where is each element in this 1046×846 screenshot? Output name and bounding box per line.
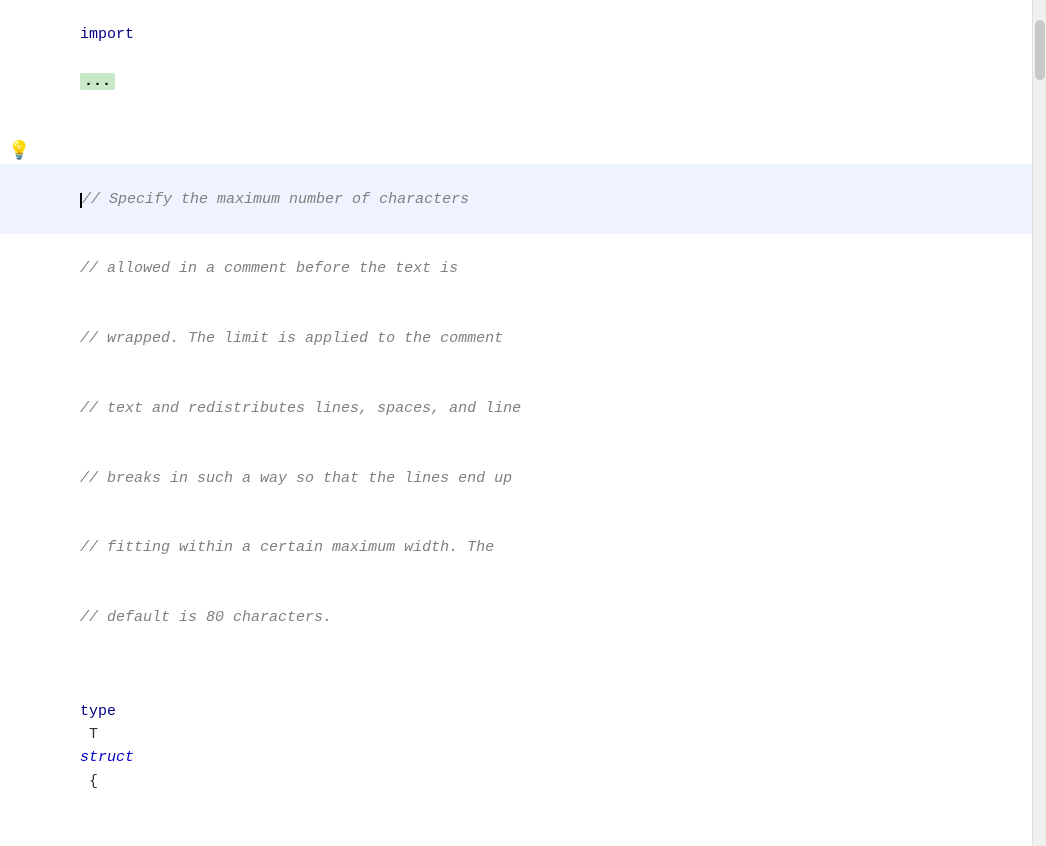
comment-text-6: // fitting within a certain maximum widt… xyxy=(80,539,494,556)
comment-line-1: // Specify the maximum number of charact… xyxy=(0,164,1032,234)
struct-keyword: struct xyxy=(80,749,134,766)
code-area[interactable]: import ... 💡 // Specify the maximum numb… xyxy=(0,0,1032,846)
field-email-line: —— Email string `json:"email" yaml:"emai… xyxy=(0,816,1032,846)
comment-line-2: // allowed in a comment before the text … xyxy=(0,234,1032,304)
import-line: import ... xyxy=(0,0,1032,116)
comment-text-7: // default is 80 characters. xyxy=(80,609,332,626)
lightbulb-icon[interactable]: 💡 xyxy=(8,143,30,161)
open-brace: { xyxy=(80,773,98,790)
field-email-dash: —— xyxy=(80,842,107,846)
scrollbar-thumb[interactable] xyxy=(1035,20,1045,80)
comment-line-7: // default is 80 characters. xyxy=(0,583,1032,653)
comment-text-3: // wrapped. The limit is applied to the … xyxy=(80,330,503,347)
empty-line-2 xyxy=(0,653,1032,677)
comment-line-4: // text and redistributes lines, spaces,… xyxy=(0,374,1032,444)
comment-line-5: // breaks in such a way so that the line… xyxy=(0,443,1032,513)
editor-container: import ... 💡 // Specify the maximum numb… xyxy=(0,0,1046,846)
type-name: T xyxy=(80,726,107,743)
comment-line-3: // wrapped. The limit is applied to the … xyxy=(0,304,1032,374)
comment-text-1: // Specify the maximum number of charact… xyxy=(82,191,469,208)
import-space xyxy=(80,50,89,67)
type-keyword: type xyxy=(80,703,116,720)
import-ellipsis[interactable]: ... xyxy=(80,73,115,90)
scrollbar[interactable] xyxy=(1032,0,1046,846)
comment-line-6: // fitting within a certain maximum widt… xyxy=(0,513,1032,583)
type-struct-line: type T struct { xyxy=(0,677,1032,817)
comment-text-2: // allowed in a comment before the text … xyxy=(80,260,458,277)
comment-text-4: // text and redistributes lines, spaces,… xyxy=(80,400,521,417)
comment-text-5: // breaks in such a way so that the line… xyxy=(80,470,512,487)
empty-line-1 xyxy=(0,116,1032,140)
lightbulb-line: 💡 xyxy=(0,140,1032,164)
import-keyword: import xyxy=(80,26,134,43)
